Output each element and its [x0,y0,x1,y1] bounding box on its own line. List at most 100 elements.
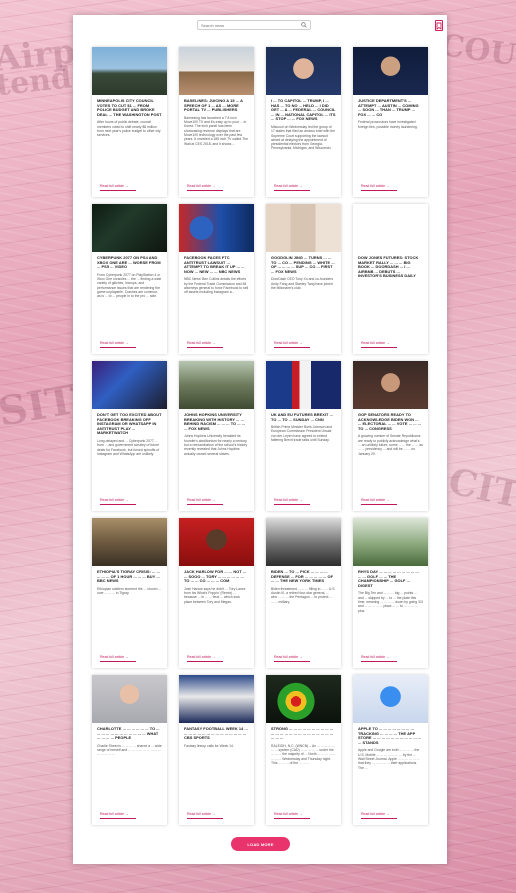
read-more-link[interactable]: Read full article → [187,498,223,505]
article-title[interactable]: CHARLOTTE ... ... ... ... ... ... TO ...… [92,723,167,741]
article-thumbnail[interactable] [353,204,428,252]
article-card[interactable]: JACK HARLOW FOR ... ... NOT ... ... SOOO… [179,518,254,668]
article-title[interactable]: GOP SENATORS READY TO ACKNOWLEDGE BIDEN … [353,409,428,431]
article-card[interactable]: GOODGLIN JING ... TURNS ... ... TO ... C… [266,204,341,354]
article-thumbnail[interactable] [92,47,167,95]
article-summary: The Big Ten and ... ... ... big ... poin… [358,591,423,613]
article-thumbnail[interactable] [179,675,254,723]
article-thumbnail[interactable] [353,47,428,95]
read-more-link[interactable]: Read full article → [187,655,223,662]
article-title[interactable]: JUSTICE DEPARTMENT'S ... ATTEMPT ... AUS… [353,95,428,117]
article-summary: Ethiopian soldiers stormed the ... churc… [97,586,162,596]
article-title[interactable]: GOODGLIN JING ... TURNS ... ... TO ... C… [266,252,341,274]
article-card[interactable]: RHYS DAY ... ... ... ... ... ... ... ...… [353,518,428,668]
article-thumbnail[interactable] [353,361,428,409]
article-card[interactable]: BASELINES: JUICING A 15 ... A SPEECH OF … [179,47,254,197]
article-thumbnail[interactable] [266,518,341,566]
article-card[interactable]: UK AND EU FUTURES BREXIT ... TO ... TO .… [266,361,341,511]
read-more-link[interactable]: Read full article → [361,812,397,819]
article-title[interactable]: I ... TO CAPITOL ... TRUMP, I ... HAS ..… [266,95,341,122]
article-summary: Biden threatened ... ... ... filling in … [271,586,336,604]
article-summary: Missouri on Wednesday led the group of 1… [271,124,336,151]
read-more-link[interactable]: Read full article → [100,812,136,819]
article-thumbnail[interactable] [92,361,167,409]
article-title[interactable]: STRONG ... ... ... ... ... ... ... ... .… [266,723,341,741]
article-card[interactable]: DON'T GET TOO EXCITED ABOUT FACEBOOK BRE… [92,361,167,511]
article-thumbnail[interactable] [92,204,167,252]
article-title[interactable]: DON'T GET TOO EXCITED ABOUT FACEBOOK BRE… [92,409,167,436]
read-more-link[interactable]: Read full article → [187,341,223,348]
article-title[interactable]: FACEBOOK FACES FTC ANTITRUST LAWSUIT ...… [179,252,254,274]
read-more-link[interactable]: Read full article → [274,655,310,662]
article-thumbnail[interactable] [266,47,341,95]
article-summary: Apple and Google are both ... ... ... ..… [358,748,420,770]
article-grid: MINNEAPOLIS CITY COUNCIL VOTES TO CUT $1… [92,47,428,825]
article-thumbnail[interactable] [266,675,341,723]
article-title[interactable]: BASELINES: JUICING A 15 ... A SPEECH OF … [179,95,254,113]
article-title[interactable]: JACK HARLOW FOR ... ... NOT ... ... SOOO… [179,566,254,584]
search-bar[interactable] [197,20,311,30]
article-card[interactable]: APPLE TO ... ... ... ... ... ... ... ...… [353,675,428,825]
article-summary: RALEIGH, N.C. (WNCN) – An ... ... ... ..… [271,743,336,765]
article-title[interactable]: RHYS DAY ... ... ... ... ... ... ... ...… [353,566,428,588]
article-thumbnail[interactable] [179,361,254,409]
search-input[interactable] [201,21,301,29]
read-more-link[interactable]: Read full article → [361,341,397,348]
article-card[interactable]: FACEBOOK FACES FTC ANTITRUST LAWSUIT ...… [179,204,254,354]
article-thumbnail[interactable] [179,204,254,252]
article-thumbnail[interactable] [179,47,254,95]
article-card[interactable]: CYBERPUNK 2077 ON PS4 AND XBOX ONE ARE .… [92,204,167,354]
read-more-link[interactable]: Read full article → [274,341,310,348]
article-title[interactable]: BIDEN ... TO ... PICK ... ... ... ... DE… [266,566,341,584]
read-more-link[interactable]: Read full article → [100,498,136,505]
article-card[interactable]: FANTASY FOOTBALL WEEK 14 ... ... ... ...… [179,675,254,825]
article-summary: DoorDash CEO Tony Xu and co-founders And… [271,277,334,290]
read-more-link[interactable]: Read full article → [361,184,397,191]
article-thumbnail[interactable] [353,518,428,566]
article-summary: NBC News' Ben Collins details the effort… [184,277,249,295]
background-headline: COUNTY [438,27,516,84]
read-more-link[interactable]: Read full article → [361,498,397,505]
read-more-link[interactable]: Read full article → [100,341,136,348]
article-summary: Josh Harlow says he didn't ... Tory Lane… [184,586,246,604]
article-card[interactable]: BIDEN ... TO ... PICK ... ... ... ... DE… [266,518,341,668]
read-more-link[interactable]: Read full article → [100,184,136,191]
read-more-link[interactable]: Read full article → [274,498,310,505]
article-summary [353,279,428,282]
article-thumbnail[interactable] [266,361,341,409]
article-card[interactable]: I ... TO CAPITOL ... TRUMP, I ... HAS ..… [266,47,341,197]
article-summary: Baimesing has launched a 7.8 inch Move10… [184,115,248,146]
read-more-link[interactable]: Read full article → [187,184,223,191]
article-title[interactable]: DOW JONES FUTURES: STOCK MARKET RALLY ..… [353,252,428,279]
read-more-link[interactable]: Read full article → [361,655,397,662]
bookmark-icon[interactable] [435,20,443,31]
article-card[interactable]: MINNEAPOLIS CITY COUNCIL VOTES TO CUT $1… [92,47,167,197]
article-card[interactable]: GOP SENATORS READY TO ACKNOWLEDGE BIDEN … [353,361,428,511]
article-title[interactable]: FANTASY FOOTBALL WEEK 14 ... ... ... ...… [179,723,254,741]
article-title[interactable]: ETHIOPIA'S TIGRAY CRISIS: ... ... ... ..… [92,566,167,584]
article-summary: British Prime Minister Boris Johnson and… [271,425,333,443]
article-thumbnail[interactable] [353,675,428,723]
read-more-link[interactable]: Read full article → [187,812,223,819]
article-title[interactable]: JOHNS HOPKINS UNIVERSITY BREAKING WITH H… [179,409,254,431]
article-thumbnail[interactable] [92,675,167,723]
article-card[interactable]: JOHNS HOPKINS UNIVERSITY BREAKING WITH H… [179,361,254,511]
article-title[interactable]: CYBERPUNK 2077 ON PS4 AND XBOX ONE ARE .… [92,252,167,270]
article-thumbnail[interactable] [92,518,167,566]
read-more-link[interactable]: Read full article → [274,184,310,191]
article-title[interactable]: MINNEAPOLIS CITY COUNCIL VOTES TO CUT $1… [92,95,167,117]
load-more-button[interactable]: LOAD MORE [231,837,290,851]
article-card[interactable]: CHARLOTTE ... ... ... ... ... ... TO ...… [92,675,167,825]
article-thumbnail[interactable] [179,518,254,566]
article-card[interactable]: ETHIOPIA'S TIGRAY CRISIS: ... ... ... ..… [92,518,167,668]
article-title[interactable]: APPLE TO ... ... ... ... ... ... ... ...… [353,723,428,745]
article-summary: Long-delayed and ... Cyberpunk 2077 ... … [97,438,160,456]
read-more-link[interactable]: Read full article → [274,812,310,819]
article-card[interactable]: DOW JONES FUTURES: STOCK MARKET RALLY ..… [353,204,428,354]
read-more-link[interactable]: Read full article → [100,655,136,662]
search-icon[interactable] [301,22,307,28]
article-thumbnail[interactable] [266,204,341,252]
article-title[interactable]: UK AND EU FUTURES BREXIT ... TO ... TO .… [266,409,341,422]
article-card[interactable]: STRONG ... ... ... ... ... ... ... ... .… [266,675,341,825]
article-card[interactable]: JUSTICE DEPARTMENT'S ... ATTEMPT ... AUS… [353,47,428,197]
